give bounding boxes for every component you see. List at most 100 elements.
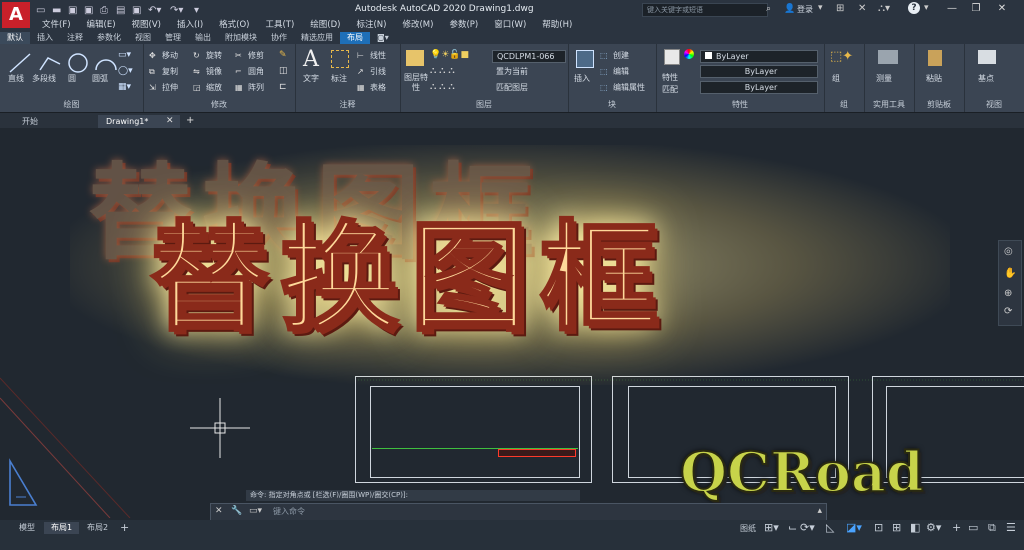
object-snap-icon[interactable]: ◪▾ — [846, 521, 862, 534]
user-icon[interactable]: 👤 — [784, 4, 795, 14]
scale-tool[interactable]: ◲ 缩放 — [193, 82, 222, 93]
cart-icon[interactable]: ⊞ — [836, 3, 844, 14]
signin-dropdown-icon[interactable]: ▾ — [818, 3, 823, 13]
properties-icon[interactable] — [664, 49, 680, 65]
group-tool[interactable]: 组 — [832, 73, 840, 84]
orbit-icon[interactable]: ⟳ — [1004, 306, 1012, 317]
menu-window[interactable]: 窗口(W) — [486, 18, 534, 30]
isodraft-icon[interactable]: ◺ — [826, 521, 834, 534]
menu-format[interactable]: 格式(O) — [211, 18, 257, 30]
menu-dimension[interactable]: 标注(N) — [348, 18, 394, 30]
dimension-icon[interactable] — [331, 50, 349, 68]
save-as-icon[interactable]: ▣ — [84, 5, 93, 17]
isolate-objects-icon[interactable]: ▭ — [968, 521, 978, 534]
polar-icon[interactable]: ⟳▾ — [800, 521, 815, 534]
customize-status-icon[interactable]: ☰ — [1006, 521, 1016, 534]
help-dropdown-icon[interactable]: ▾ — [924, 3, 929, 13]
explode-icon[interactable]: ◫ — [279, 66, 288, 76]
panel-utilities-title[interactable]: 实用工具 — [864, 99, 914, 110]
insert-tool[interactable]: 插入 — [574, 73, 590, 84]
redo-icon[interactable]: ↷▾ — [170, 5, 183, 17]
table-tool[interactable]: ▦ 表格 — [357, 82, 386, 93]
undo-icon[interactable]: ↶▾ — [148, 5, 161, 17]
panel-groups-title[interactable]: 组 — [824, 99, 864, 110]
menu-help[interactable]: 帮助(H) — [534, 18, 580, 30]
mirror-tool[interactable]: ⇋ 镜像 — [193, 66, 222, 77]
measure-tool[interactable]: 测量 — [876, 73, 892, 84]
trim-tool[interactable]: ✂ 修剪 — [235, 50, 264, 61]
hardware-acceleration-icon[interactable]: ⧉ — [988, 521, 996, 535]
copy-tool[interactable]: ⧉ 复制 — [149, 66, 178, 77]
layout-tab-layout2[interactable]: 布局2 — [80, 522, 115, 534]
layer-properties-icon[interactable] — [406, 50, 424, 66]
recent-commands-icon[interactable]: ▭▾ — [249, 506, 262, 516]
measure-icon[interactable] — [878, 50, 898, 64]
command-line[interactable]: ✕ 🔧 ▭▾ 键入命令 ▴ — [210, 503, 827, 521]
workspace-gear-icon[interactable]: ⚙▾ — [926, 521, 941, 534]
new-file-icon[interactable]: ▭ — [36, 5, 45, 17]
base-point-tool[interactable]: 基点 — [978, 73, 994, 84]
annotation-monitor-icon[interactable]: + — [952, 521, 961, 534]
edit-block-tool[interactable]: ⬚ 编辑 — [600, 66, 629, 77]
panel-properties-title[interactable]: 特性 — [656, 99, 824, 110]
menu-file[interactable]: 文件(F) — [34, 18, 79, 30]
tab-addins[interactable]: 附加模块 — [218, 32, 264, 44]
help-icon[interactable]: ? — [908, 2, 920, 14]
linetype-dropdown[interactable]: ByLayer — [700, 65, 818, 78]
stretch-tool[interactable]: ⇲ 拉伸 — [149, 82, 178, 93]
pan-icon[interactable]: ✋ — [1004, 268, 1016, 279]
insert-block-icon[interactable] — [576, 50, 594, 68]
open-folder-icon[interactable]: ▬ — [52, 5, 61, 17]
layout-tab-layout1[interactable]: 布局1 — [44, 522, 80, 534]
offset-icon[interactable]: ⊏ — [279, 82, 287, 92]
panel-clipboard-title[interactable]: 剪贴板 — [914, 99, 964, 110]
menu-edit[interactable]: 编辑(E) — [79, 18, 124, 30]
command-expand-icon[interactable]: ▴ — [817, 506, 822, 516]
edit-attributes-tool[interactable]: ⬚ 编辑属性 — [600, 82, 645, 93]
network-icon[interactable]: ⛬▾ — [878, 3, 890, 14]
tab-layout[interactable]: 布局 — [340, 32, 370, 44]
linear-tool[interactable]: ⊢ 线性 — [357, 50, 386, 61]
transparency-icon[interactable]: ◧ — [910, 521, 920, 534]
layer-tools-row2-icons[interactable]: ⛬ ⛬ ⛬ — [430, 82, 455, 92]
fillet-tool[interactable]: ⌐ 圆角 — [235, 66, 264, 77]
new-tab-icon[interactable]: + — [186, 115, 194, 126]
tab-featured-apps[interactable]: 精选应用 — [294, 32, 340, 44]
line-tool[interactable]: 直线 — [8, 73, 24, 84]
autocad-logo[interactable]: A — [2, 2, 30, 28]
text-icon[interactable]: A — [303, 47, 319, 72]
panel-layers-title[interactable]: 图层 — [400, 99, 568, 110]
print-icon[interactable]: ⎙ — [100, 5, 108, 17]
tab-default[interactable]: 默认 — [0, 32, 30, 44]
panel-draw-title[interactable]: 绘图 — [0, 99, 143, 110]
qat-dropdown-icon[interactable]: ▾ — [194, 5, 199, 17]
annotation-scale-icon[interactable]: ⊞ — [892, 521, 901, 534]
move-tool[interactable]: ✥ 移动 — [149, 50, 178, 61]
web-icon[interactable]: ▤ — [116, 5, 125, 17]
tab-view[interactable]: 视图 — [128, 32, 158, 44]
panel-annotation-title[interactable]: 注释 — [295, 99, 400, 110]
menu-modify[interactable]: 修改(M) — [394, 18, 441, 30]
menu-view[interactable]: 视图(V) — [124, 18, 169, 30]
tab-annotate[interactable]: 注释 — [60, 32, 90, 44]
save-icon[interactable]: ▣ — [68, 5, 77, 17]
grid-icon[interactable]: ⊞▾ — [764, 521, 779, 534]
layer-dropdown[interactable]: QCDLPM1-066 — [492, 50, 566, 63]
paste-tool[interactable]: 粘贴 — [926, 73, 942, 84]
restore-icon[interactable]: ❐ — [968, 3, 984, 15]
menu-draw[interactable]: 绘图(D) — [302, 18, 348, 30]
lineweight-dropdown[interactable]: ByLayer — [700, 81, 818, 94]
arc-tool[interactable]: 圆弧 — [92, 73, 108, 84]
hatch-icon[interactable]: ▦▾ — [118, 82, 131, 92]
tab-insert[interactable]: 插入 — [30, 32, 60, 44]
close-command-icon[interactable]: ✕ — [215, 506, 223, 516]
snap-tracking-icon[interactable]: ⊡ — [874, 521, 883, 534]
set-current-tool[interactable]: 置为当前 — [496, 66, 528, 77]
group-icon[interactable]: ⬚✦ — [830, 49, 853, 64]
search-input[interactable]: 键入关键字或短语 — [642, 3, 768, 17]
steering-wheel-icon[interactable]: ◎ — [1004, 246, 1013, 257]
command-input[interactable]: 键入命令 — [273, 506, 305, 517]
layer-tools-row1-icons[interactable]: ⛬ ⛬ ⛬ — [430, 66, 455, 76]
ellipse-icon[interactable]: ◯▾ — [118, 66, 133, 76]
ortho-icon[interactable]: ⌙ — [788, 521, 797, 534]
